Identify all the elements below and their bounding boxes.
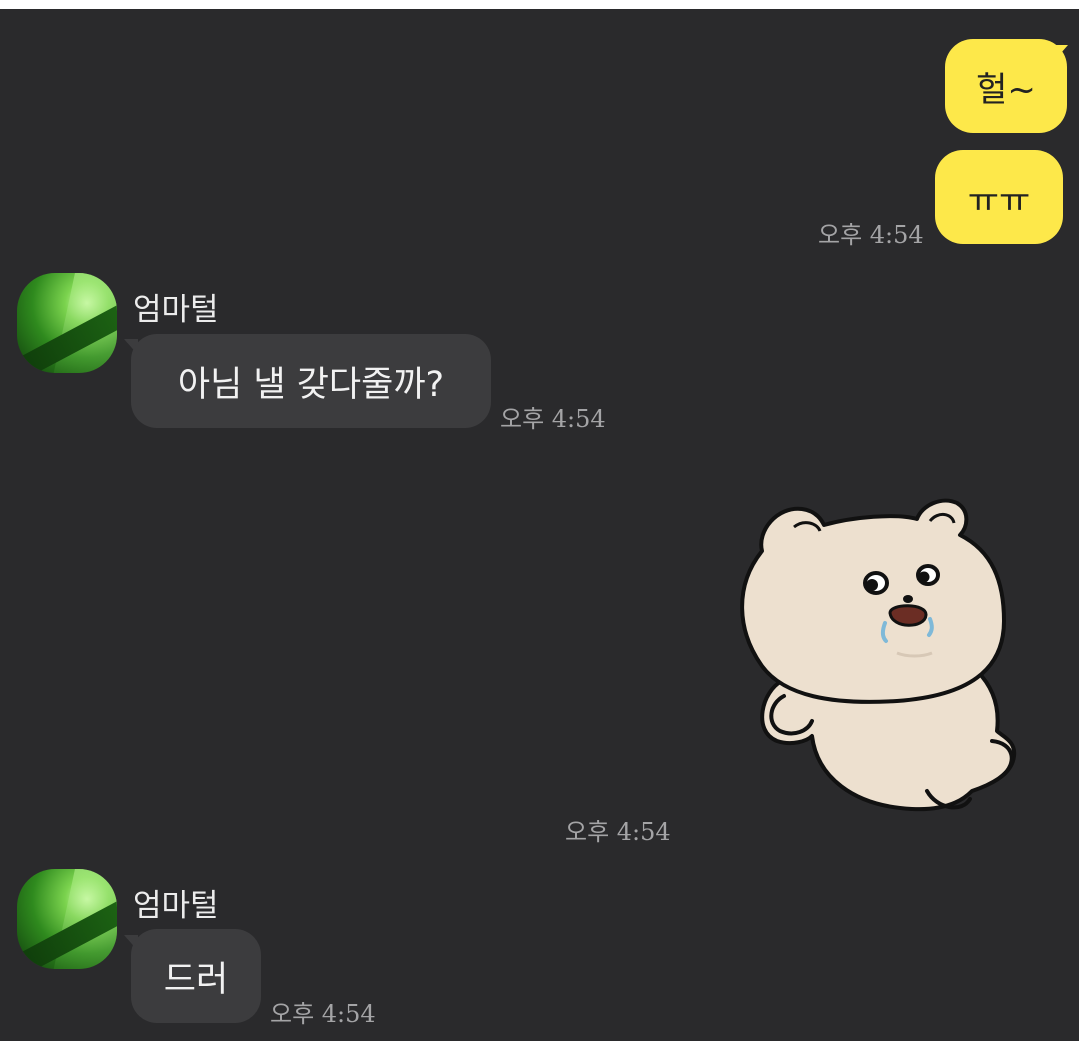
bubble-tail xyxy=(1054,45,1068,61)
message-timestamp: 오후 4:54 xyxy=(565,818,671,846)
avatar[interactable] xyxy=(17,273,117,373)
my-message-bubble[interactable]: ㅠㅠ xyxy=(935,150,1063,244)
message-timestamp: 오후 4:54 xyxy=(270,1000,376,1028)
avatar[interactable] xyxy=(17,869,117,969)
message-text: 드러 xyxy=(163,959,229,1000)
other-message-bubble[interactable]: 드러 xyxy=(131,929,261,1023)
message-text: ㅠㅠ xyxy=(967,180,1031,221)
sender-name: 엄마털 xyxy=(133,292,219,328)
other-message-bubble[interactable]: 아님 낼 갖다줄까? xyxy=(131,334,491,428)
message-text: 아님 낼 갖다줄까? xyxy=(177,364,445,405)
message-text: 헐~ xyxy=(976,69,1036,110)
message-timestamp: 오후 4:54 xyxy=(818,221,924,249)
sender-name: 엄마털 xyxy=(133,888,219,924)
chat-area[interactable]: 헐~ ㅠㅠ 오후 4:54 엄마털 아님 낼 갖다줄까? 오후 4:54 오후 … xyxy=(0,9,1079,1041)
crying-bear-sticker[interactable] xyxy=(722,491,1022,821)
my-message-bubble[interactable]: 헐~ xyxy=(945,39,1067,133)
message-timestamp: 오후 4:54 xyxy=(500,405,606,433)
